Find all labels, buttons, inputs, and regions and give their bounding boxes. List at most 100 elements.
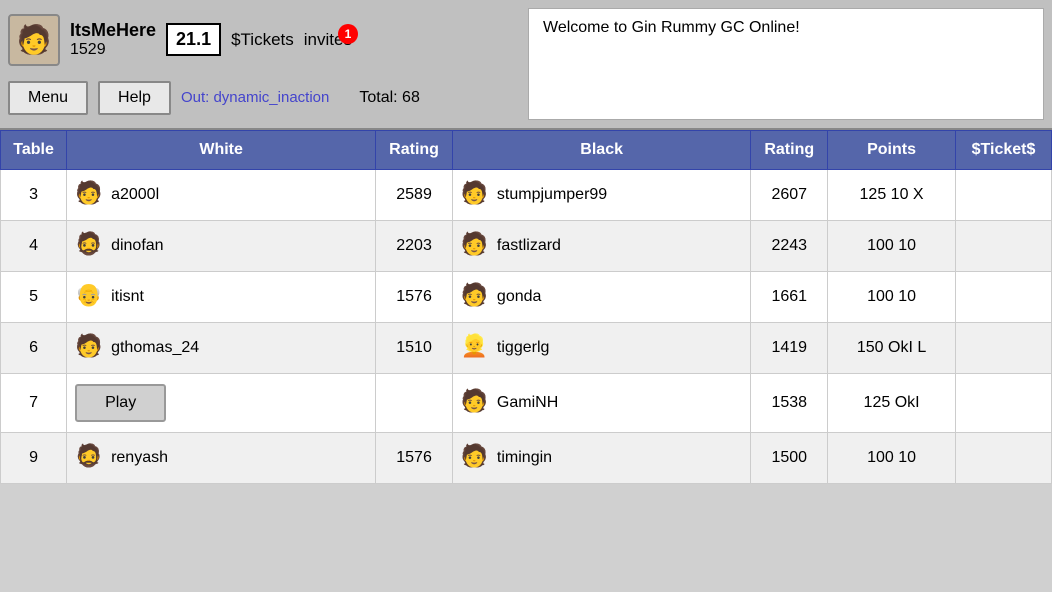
col-header-rating2: Rating: [751, 131, 828, 170]
cell-white[interactable]: Play: [67, 374, 376, 433]
black-name: stumpjumper99: [497, 186, 607, 204]
cell-points: 150 OkI L: [828, 323, 956, 374]
cell-white-rating: 1576: [376, 433, 453, 484]
white-player-cell: 🧔 dinofan: [75, 231, 367, 261]
black-name: fastlizard: [497, 237, 561, 255]
white-name: dinofan: [111, 237, 164, 255]
top-row: 🧑 ItsMeHere 1529 21.1 $Tickets invites 1: [8, 14, 512, 66]
cell-black: 🧑 timingin: [452, 433, 750, 484]
total-label: Total: 68: [359, 89, 419, 107]
black-name: timingin: [497, 449, 552, 467]
col-header-points: Points: [828, 131, 956, 170]
play-button[interactable]: Play: [75, 384, 166, 422]
cell-white-rating: 2203: [376, 221, 453, 272]
white-avatar-icon: 👴: [75, 282, 105, 312]
black-name: gonda: [497, 288, 542, 306]
table-row: 7Play🧑GamiNH1538125 OkI: [1, 374, 1052, 433]
cell-black-rating: 2243: [751, 221, 828, 272]
tickets-label: $Tickets: [231, 30, 294, 50]
white-avatar-icon: 🧔: [75, 231, 105, 261]
cell-table-num: 4: [1, 221, 67, 272]
help-button[interactable]: Help: [98, 81, 171, 115]
black-avatar-icon: 👱: [461, 333, 491, 363]
black-player-cell: 🧑 gonda: [461, 282, 742, 312]
table-row: 9 🧔 renyash 1576 🧑 timingin 1500100 10: [1, 433, 1052, 484]
cell-points: 100 10: [828, 433, 956, 484]
cell-white: 🧔 renyash: [67, 433, 376, 484]
black-player-cell: 🧑 GamiNH: [461, 388, 742, 418]
cell-tickets: [956, 433, 1052, 484]
black-avatar-icon: 🧑: [461, 180, 491, 210]
black-avatar-icon: 🧑: [461, 282, 491, 312]
out-status: Out: dynamic_inaction: [181, 89, 329, 106]
cell-table-num: 6: [1, 323, 67, 374]
col-header-black: Black: [452, 131, 750, 170]
black-avatar-icon: 🧑: [461, 231, 491, 261]
table-row: 4 🧔 dinofan 2203 🧑 fastlizard 2243100 10: [1, 221, 1052, 272]
bottom-row: Menu Help Out: dynamic_inaction Total: 6…: [8, 81, 512, 115]
cell-black: 🧑 stumpjumper99: [452, 170, 750, 221]
white-player-cell: 👴 itisnt: [75, 282, 367, 312]
invites-block: invites 1: [304, 30, 352, 50]
black-player-cell: 🧑 fastlizard: [461, 231, 742, 261]
black-avatar-icon: 🧑: [461, 443, 491, 473]
black-player-cell: 🧑 stumpjumper99: [461, 180, 742, 210]
cell-points: 100 10: [828, 221, 956, 272]
cell-black: 🧑 gonda: [452, 272, 750, 323]
cell-white: 🧔 dinofan: [67, 221, 376, 272]
black-player-cell: 👱 tiggerlg: [461, 333, 742, 363]
cell-tickets: [956, 323, 1052, 374]
table-header: Table White Rating Black Rating Points $…: [1, 131, 1052, 170]
cell-black: 🧑 fastlizard: [452, 221, 750, 272]
black-avatar-icon: 🧑: [461, 388, 491, 418]
user-rating: 1529: [70, 41, 156, 59]
white-player-cell: 🧔 renyash: [75, 443, 367, 473]
cell-white: 🧑 gthomas_24: [67, 323, 376, 374]
header-left: 🧑 ItsMeHere 1529 21.1 $Tickets invites 1…: [0, 0, 520, 128]
cell-white-rating: [376, 374, 453, 433]
white-name: a2000l: [111, 186, 159, 204]
white-player-cell: 🧑a2000l: [75, 180, 367, 210]
black-name: tiggerlg: [497, 339, 549, 357]
cell-black-rating: 2607: [751, 170, 828, 221]
cell-black-rating: 1538: [751, 374, 828, 433]
cell-white-rating: 1510: [376, 323, 453, 374]
cell-table-num: 9: [1, 433, 67, 484]
username: ItsMeHere: [70, 20, 156, 41]
white-player-cell: 🧑 gthomas_24: [75, 333, 367, 363]
white-avatar-icon: 🧑: [75, 333, 105, 363]
cell-points: 125 10 X: [828, 170, 956, 221]
header: 🧑 ItsMeHere 1529 21.1 $Tickets invites 1…: [0, 0, 1052, 130]
cell-table-num: 3: [1, 170, 67, 221]
white-name: gthomas_24: [111, 339, 199, 357]
cell-black-rating: 1500: [751, 433, 828, 484]
avatar: 🧑: [8, 14, 60, 66]
col-header-white: White: [67, 131, 376, 170]
welcome-box: Welcome to Gin Rummy GC Online!: [528, 8, 1044, 120]
cell-white-rating: 2589: [376, 170, 453, 221]
white-name: itisnt: [111, 288, 144, 306]
tickets-value: 21.1: [166, 23, 221, 56]
cell-table-num: 5: [1, 272, 67, 323]
table-row: 6 🧑 gthomas_24 1510 👱 tiggerlg 1419150 OkI L: [1, 323, 1052, 374]
cell-black: 👱 tiggerlg: [452, 323, 750, 374]
cell-tickets: [956, 272, 1052, 323]
cell-white-rating: 1576: [376, 272, 453, 323]
cell-black-rating: 1661: [751, 272, 828, 323]
cell-table-num: 7: [1, 374, 67, 433]
menu-button[interactable]: Menu: [8, 81, 88, 115]
cell-tickets: [956, 170, 1052, 221]
cell-white: 🧑a2000l: [67, 170, 376, 221]
white-avatar-icon: 🧔: [75, 443, 105, 473]
table-row: 3 🧑a2000l 2589 🧑 stumpjumper99 2607125 10 X: [1, 170, 1052, 221]
cell-points: 100 10: [828, 272, 956, 323]
cell-black-rating: 1419: [751, 323, 828, 374]
cell-tickets: [956, 221, 1052, 272]
game-table: Table White Rating Black Rating Points $…: [0, 130, 1052, 484]
invites-badge[interactable]: 1: [338, 24, 358, 44]
col-header-tickets: $Ticket$: [956, 131, 1052, 170]
cell-black: 🧑 GamiNH: [452, 374, 750, 433]
white-name: renyash: [111, 449, 168, 467]
cell-tickets: [956, 374, 1052, 433]
black-name: GamiNH: [497, 394, 558, 412]
